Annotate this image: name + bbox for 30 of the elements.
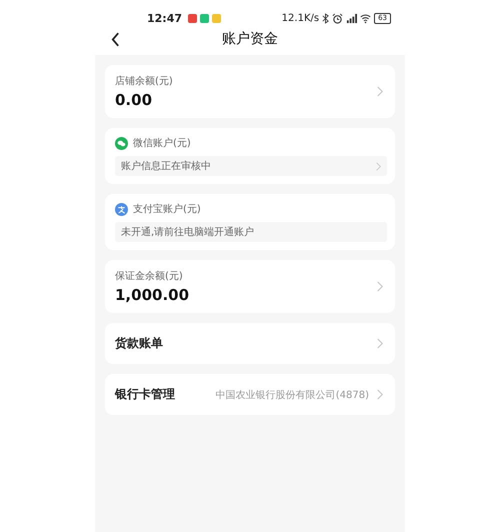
network-speed: 12.1K/s (282, 12, 320, 24)
back-icon[interactable] (111, 32, 120, 46)
signal-icon (346, 12, 358, 24)
menu-card[interactable]: 银行卡管理 中国农业银行股份有限公司(4878) (105, 374, 395, 415)
chevron-right-icon (377, 281, 383, 292)
balance-label: 保证金余额(元) (115, 270, 184, 283)
balance-card[interactable]: 保证金余额(元) 1,000.00 (105, 260, 395, 313)
chevron-right-icon (377, 389, 383, 400)
payment-circle-icon (115, 202, 128, 216)
balance-amount: 1,000.00 (115, 286, 190, 304)
status-time: 12:47 (147, 12, 182, 24)
page-title: 账户资金 (222, 30, 278, 48)
account-label: 微信账户(元) (133, 136, 191, 150)
bank-detail: 中国农业银行股份有限公司(4878) (216, 388, 369, 402)
chat-bubbles-icon (115, 136, 128, 150)
balance-amount: 0.00 (115, 91, 154, 109)
chevron-right-icon (377, 86, 383, 97)
account-label: 支付宝账户(元) (133, 202, 201, 216)
menu-card[interactable]: 货款账单 (105, 323, 395, 364)
wifi-icon (360, 12, 372, 24)
menu-title: 银行卡管理 (115, 386, 176, 403)
account-status-row[interactable]: 账户信息正在审核中 (115, 156, 387, 176)
bluetooth-icon (322, 12, 330, 24)
balance-label: 店铺余额(元) (115, 74, 173, 88)
chevron-right-icon (377, 338, 383, 349)
account-status-row[interactable]: 未开通,请前往电脑端开通账户 (115, 222, 387, 242)
menu-title: 货款账单 (115, 335, 164, 352)
balance-card[interactable]: 店铺余额(元) 0.00 (105, 65, 395, 118)
alarm-icon (332, 12, 344, 24)
chevron-right-icon (376, 162, 381, 170)
